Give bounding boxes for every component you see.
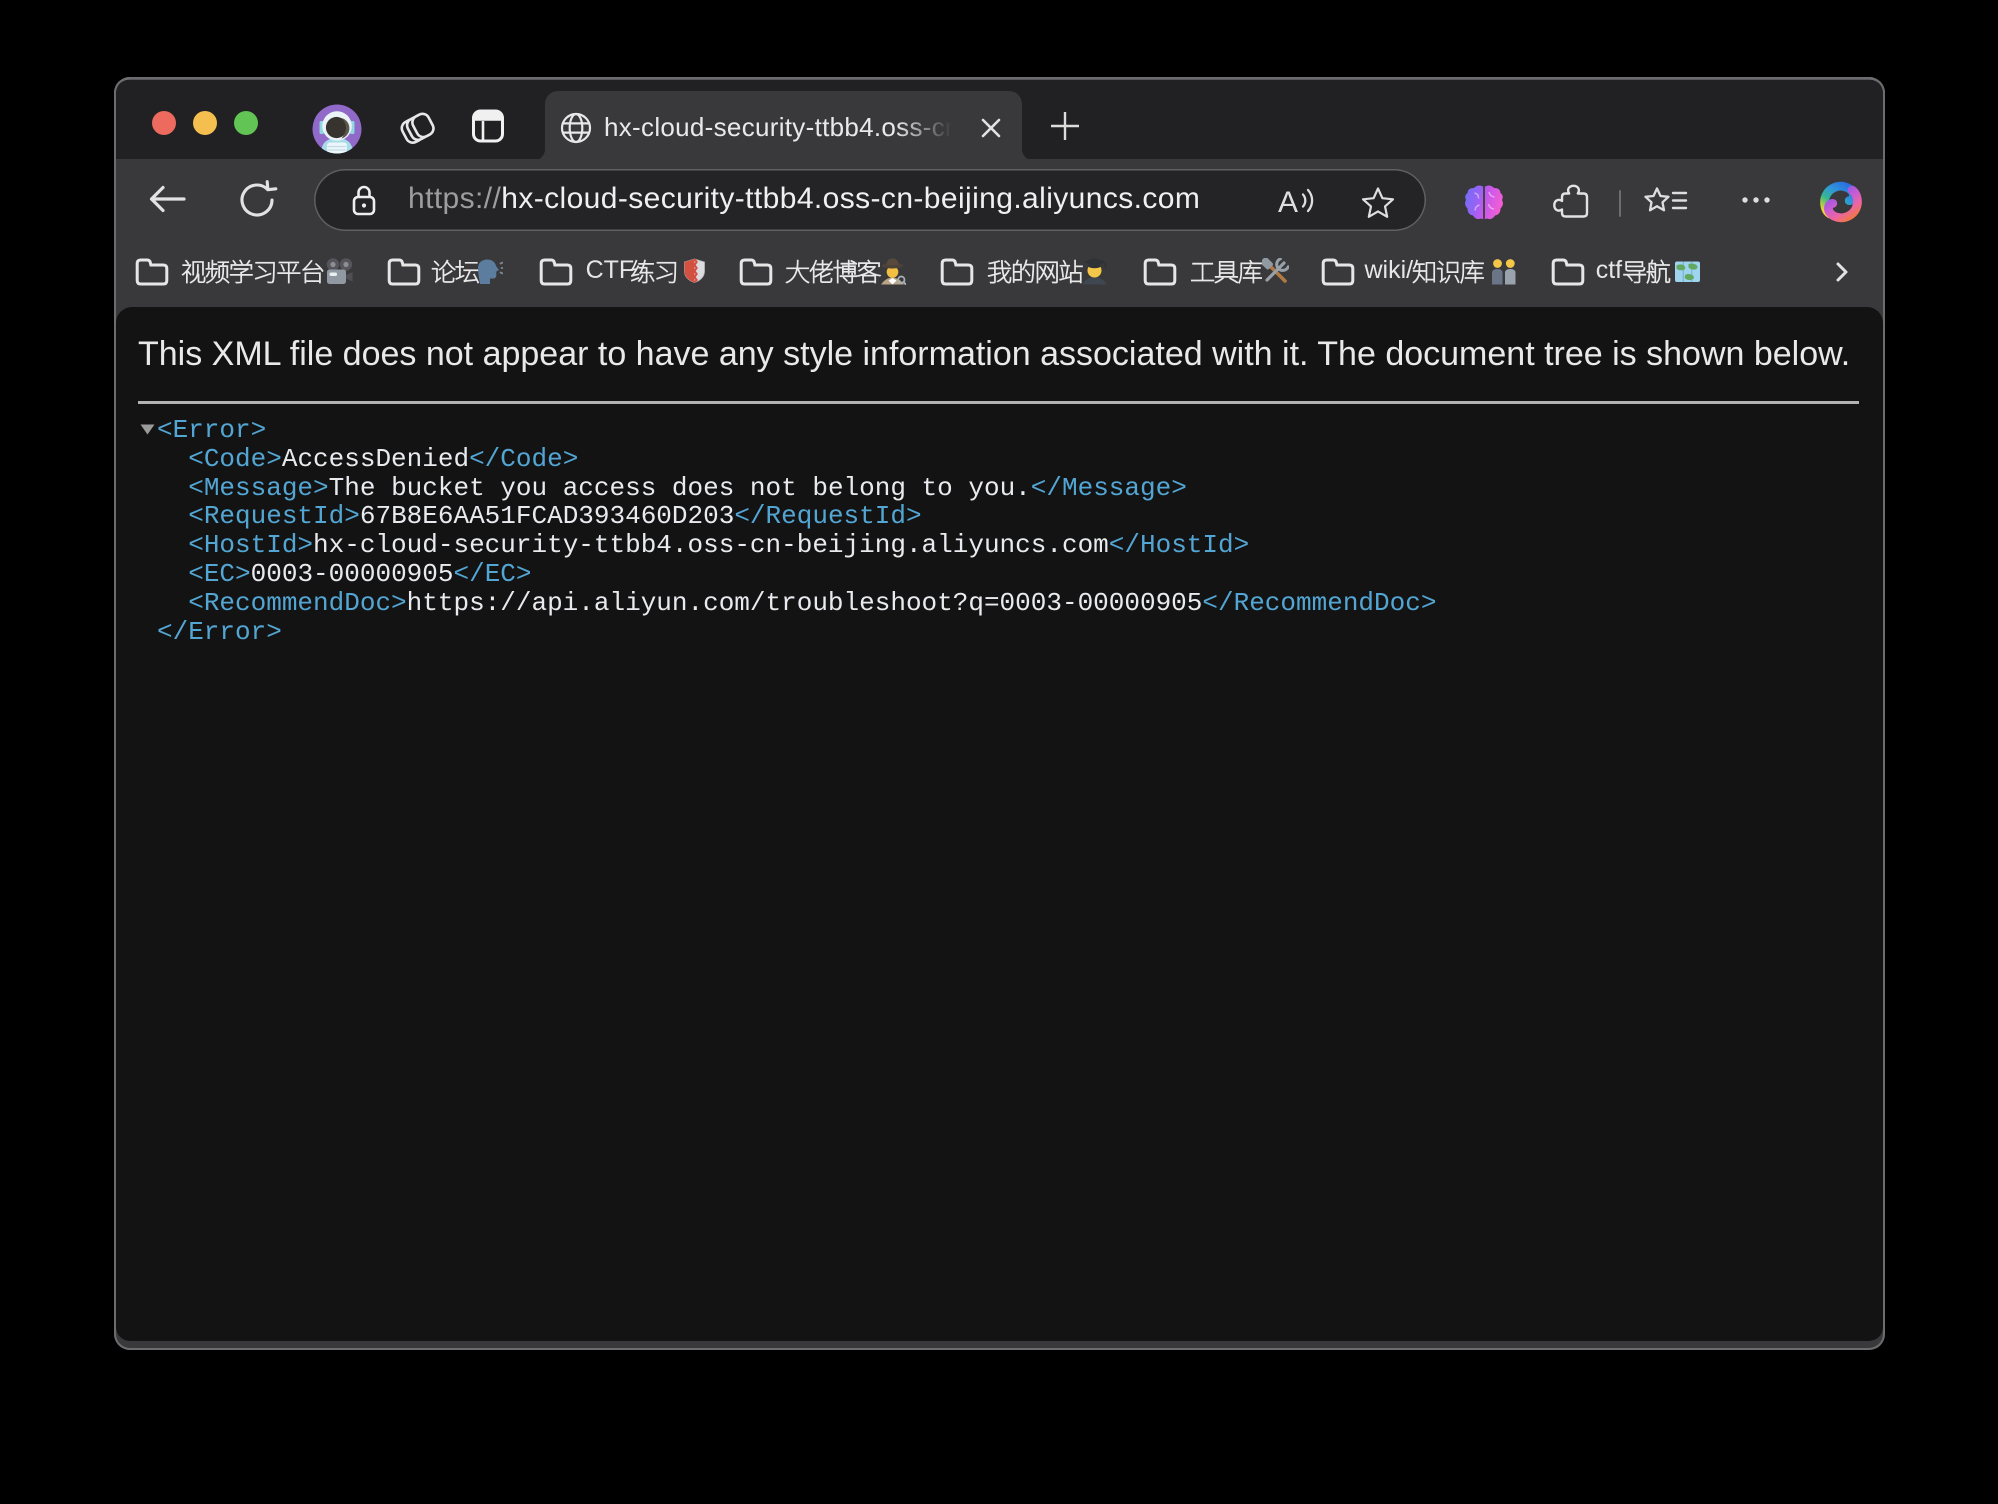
svg-text:A: A (1278, 186, 1298, 219)
